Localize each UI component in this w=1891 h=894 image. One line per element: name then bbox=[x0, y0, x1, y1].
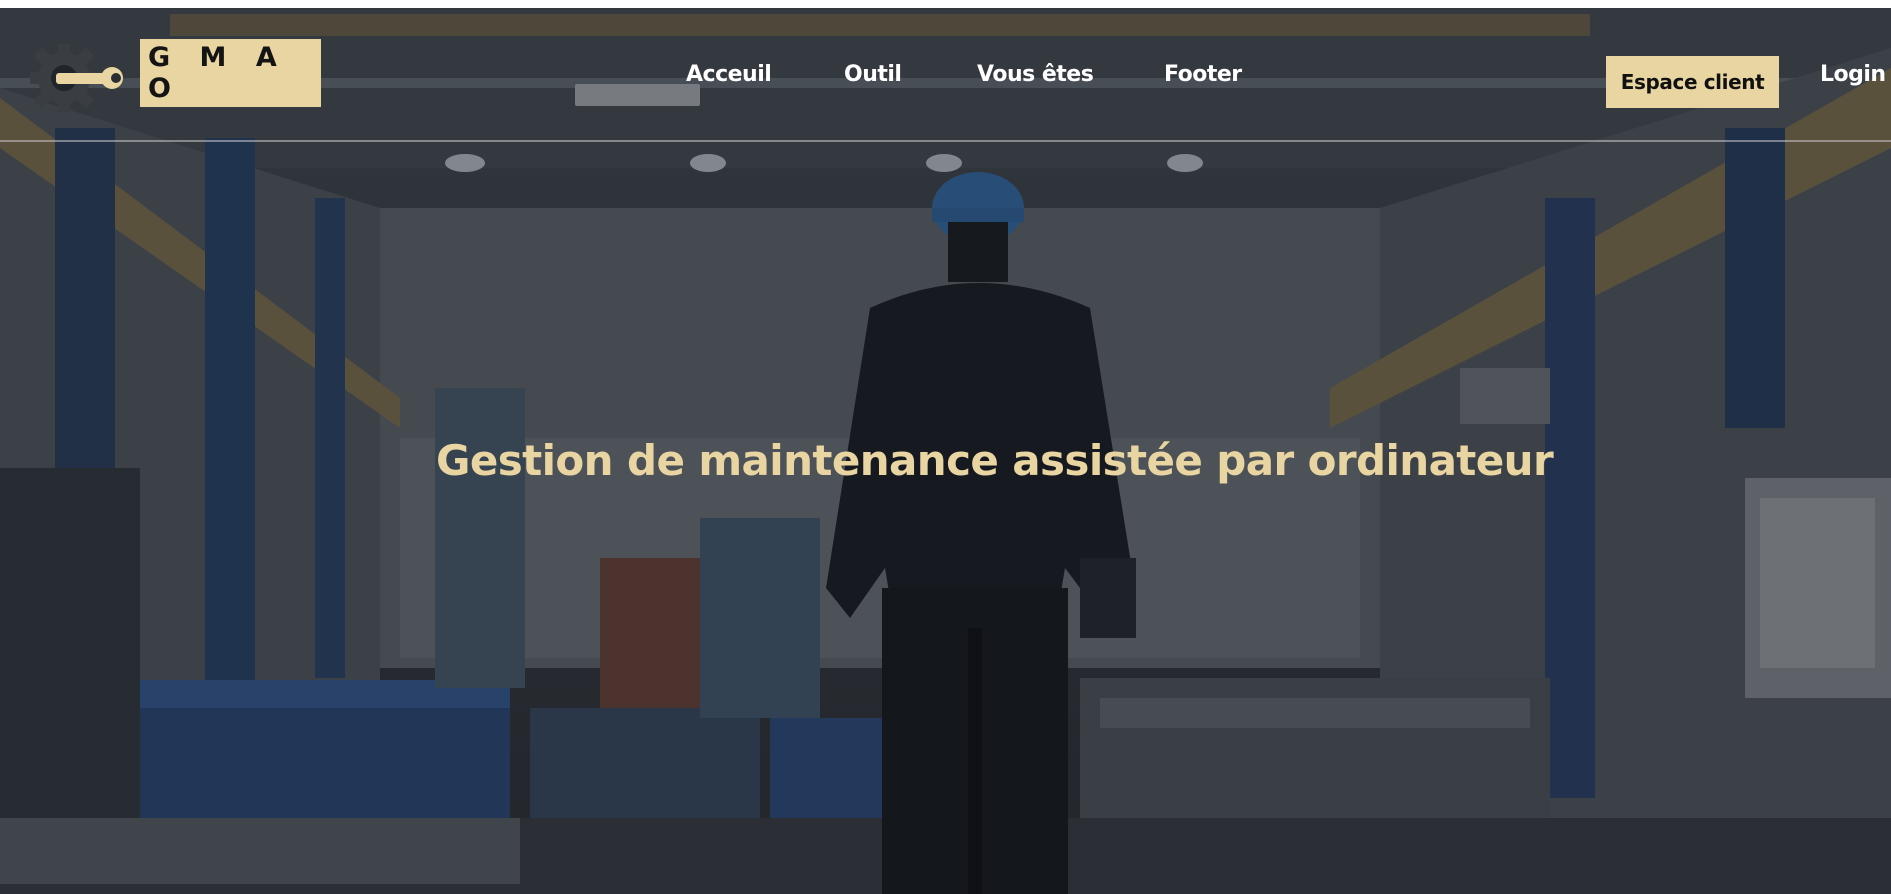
espace-client-button[interactable]: Espace client bbox=[1606, 56, 1779, 108]
gear-wrench-icon[interactable] bbox=[26, 36, 128, 116]
hero-title: Gestion de maintenance assistée par ordi… bbox=[436, 436, 1554, 485]
nav-outil[interactable]: Outil bbox=[844, 62, 902, 87]
login-link[interactable]: Login bbox=[1820, 62, 1886, 87]
landing-page: Gestion de maintenance assistée par ordi… bbox=[0, 0, 1891, 894]
brand-logo[interactable]: G M A O bbox=[140, 39, 321, 107]
nav-vous-etes[interactable]: Vous êtes bbox=[977, 62, 1094, 87]
nav-footer[interactable]: Footer bbox=[1164, 62, 1242, 87]
nav-acceuil[interactable]: Acceuil bbox=[686, 62, 772, 87]
top-navbar: G M A O Acceuil Outil Vous êtes Footer E… bbox=[0, 8, 1891, 142]
nav-divider bbox=[0, 140, 1891, 142]
